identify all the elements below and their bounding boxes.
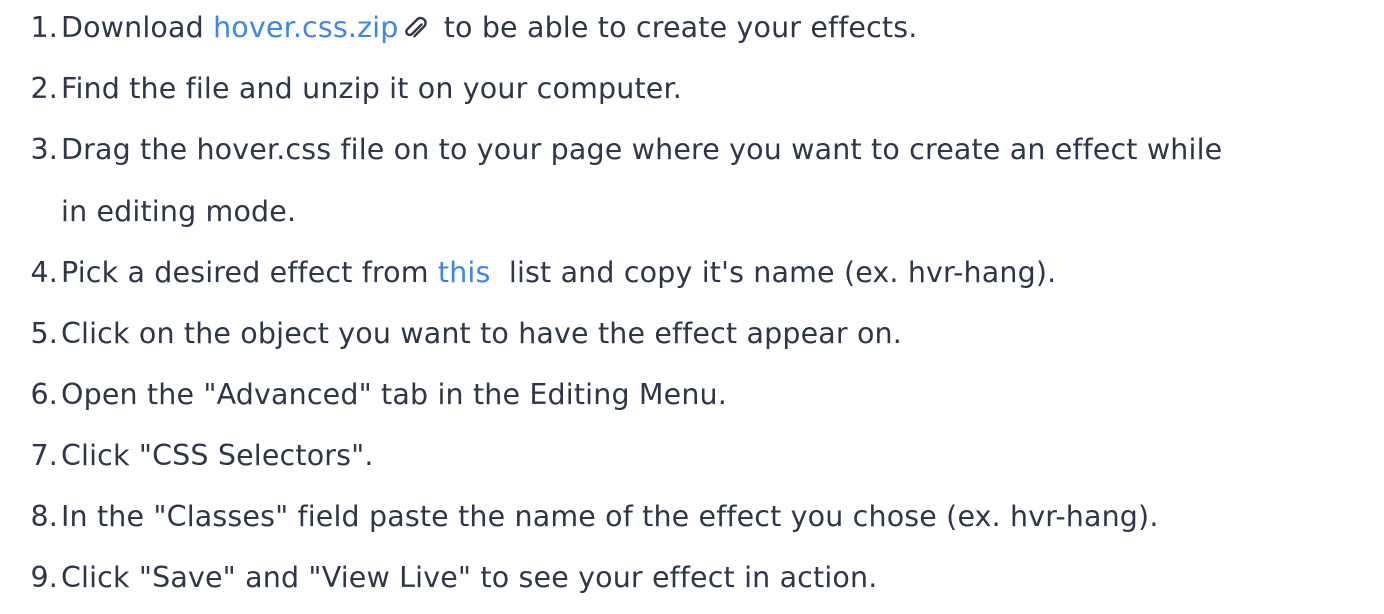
- step-text-before: Download: [61, 11, 214, 44]
- step-text: Find the file and unzip it on your compu…: [61, 72, 682, 105]
- step-text: Pick a desired effect from this list and…: [61, 256, 1057, 289]
- step-number: 8.: [30, 500, 58, 533]
- step-text: Click "Save" and "View Live" to see your…: [61, 561, 878, 594]
- step-number: 2.: [30, 72, 58, 105]
- step-number: 6.: [30, 378, 58, 411]
- step-number: 9.: [30, 561, 58, 594]
- step-text-after: to be able to create your effects.: [434, 11, 918, 44]
- step-text-continued: in editing mode.: [61, 195, 297, 228]
- step-number: 3.: [30, 133, 58, 166]
- step-text: Drag the hover.css file on to your page …: [61, 133, 1223, 166]
- step-text-after: list and copy it's name (ex. hvr-hang).: [490, 256, 1057, 289]
- step-text-before: Pick a desired effect from: [61, 256, 438, 289]
- hover-css-zip-link[interactable]: hover.css.zip: [213, 11, 398, 44]
- step-text: Open the "Advanced" tab in the Editing M…: [61, 378, 727, 411]
- step-number: 4.: [30, 256, 58, 289]
- step-text: In the "Classes" field paste the name of…: [61, 500, 1159, 533]
- this-link[interactable]: this: [438, 256, 491, 289]
- step-text: Download hover.css.zip to be able to cre…: [61, 11, 918, 44]
- step-number: 1.: [30, 11, 58, 44]
- step-text: Click "CSS Selectors".: [61, 439, 374, 472]
- paperclip-icon: [405, 16, 428, 38]
- step-number: 7.: [30, 439, 58, 472]
- step-text: Click on the object you want to have the…: [61, 317, 902, 350]
- step-number: 5.: [30, 317, 58, 350]
